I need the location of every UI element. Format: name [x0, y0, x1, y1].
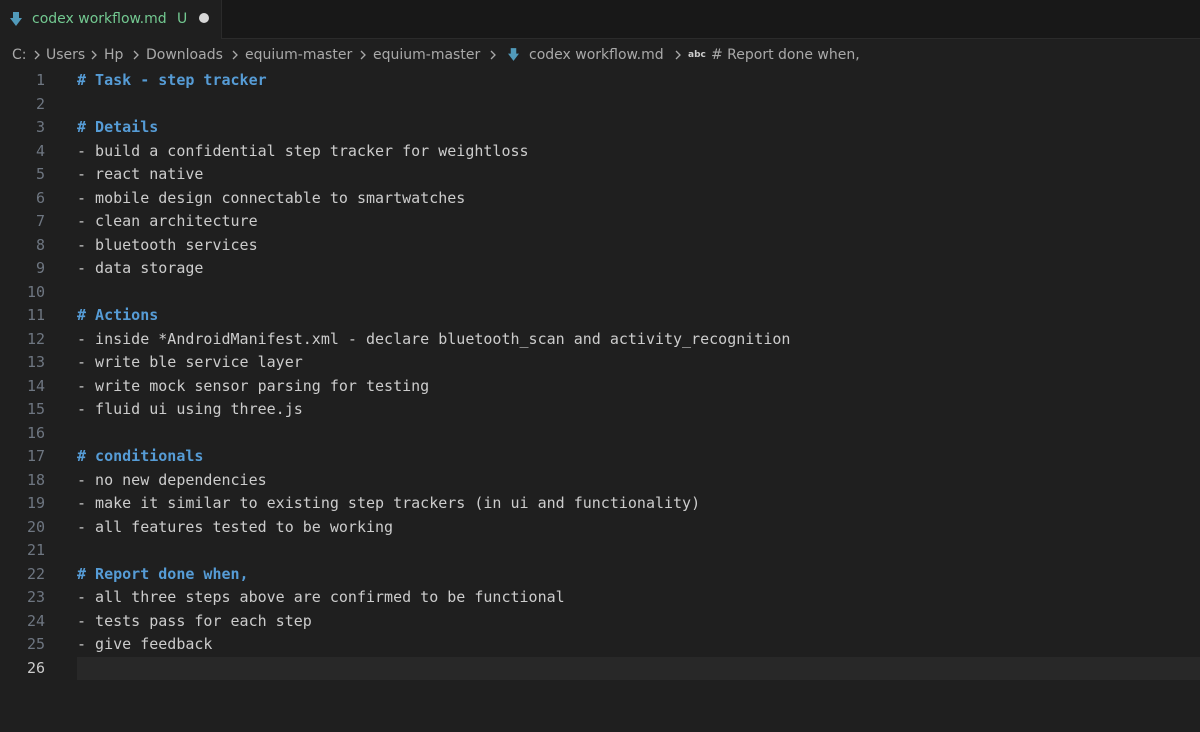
markdown-list-item: - make it similar to existing step track…	[77, 494, 701, 512]
editor-line[interactable]: 2	[0, 93, 1200, 117]
editor-line[interactable]: 7 - clean architecture	[0, 210, 1200, 234]
line-number: 7	[35, 212, 45, 230]
editor-line[interactable]: 13 - write ble service layer	[0, 351, 1200, 375]
editor-line[interactable]: 3 # Details	[0, 116, 1200, 140]
breadcrumb-item-equium-master[interactable]: equium-master	[245, 44, 352, 66]
markdown-heading: # Actions	[77, 306, 159, 324]
chevron-right-icon	[34, 50, 40, 60]
line-number: 3	[35, 118, 45, 136]
chevron-right-icon	[360, 50, 366, 60]
line-number: 5	[35, 165, 45, 183]
tab-codex-workflow[interactable]: codex workflow.md U	[0, 0, 222, 39]
editor-line[interactable]: 14 - write mock sensor parsing for testin…	[0, 375, 1200, 399]
markdown-list-item: - mobile design connectable to smartwatc…	[77, 188, 466, 207]
markdown-list-item: - write ble service layer	[77, 353, 303, 371]
markdown-list-item: - tests pass for each step	[77, 611, 312, 630]
editor-line[interactable]: 1 # Task - step tracker	[0, 69, 1200, 93]
editor-line[interactable]: 8 - bluetooth services	[0, 234, 1200, 258]
breadcrumb-item-equium-master-inner[interactable]: equium-master	[373, 44, 480, 66]
markdown-list-item: - bluetooth services	[77, 235, 258, 254]
markdown-list-item: - react native	[77, 165, 204, 183]
unsaved-dot-icon[interactable]	[199, 13, 209, 23]
line-number: 18	[26, 470, 45, 489]
chevron-right-icon	[232, 50, 238, 60]
markdown-list-item: - all three steps above are confirmed to…	[77, 588, 565, 606]
markdown-heading: # Report done when,	[77, 564, 249, 583]
line-number: 9	[35, 259, 45, 277]
editor-line[interactable]: 17 # conditionals	[0, 445, 1200, 469]
breadcrumb-item-file[interactable]: codex workflow.md	[529, 44, 664, 66]
markdown-list-item: - build a confidential step tracker for …	[77, 141, 529, 160]
current-line-highlight	[77, 656, 1200, 680]
chevron-right-icon	[490, 50, 496, 60]
editor-line[interactable]: 24 - tests pass for each step	[0, 610, 1200, 634]
chevron-right-icon	[133, 50, 139, 60]
tab-title: codex workflow.md	[32, 11, 167, 27]
line-number: 12	[26, 329, 45, 348]
line-number: 21	[26, 541, 45, 559]
markdown-list-item: - write mock sensor parsing for testing	[77, 376, 430, 395]
breadcrumb-item-drive[interactable]: C:	[12, 44, 27, 66]
line-number: 2	[35, 94, 45, 113]
markdown-list-item: - data storage	[77, 259, 204, 277]
markdown-icon	[508, 48, 519, 61]
editor-line[interactable]: 12 - inside *AndroidManifest.xml - declar…	[0, 328, 1200, 352]
chevron-right-icon	[675, 50, 681, 60]
line-number: 17	[26, 447, 45, 465]
line-number: 25	[26, 635, 45, 653]
line-number: 20	[26, 517, 45, 536]
line-number: 10	[26, 282, 45, 301]
editor-line[interactable]: 10	[0, 281, 1200, 305]
line-number: 23	[26, 588, 45, 606]
line-number: 1	[35, 71, 45, 89]
markdown-icon	[10, 12, 22, 26]
editor[interactable]: 1 # Task - step tracker 2 3 # Details 4- buil…	[0, 69, 1200, 732]
line-number: 16	[26, 423, 45, 442]
editor-line[interactable]: 23 - all three steps above are confirmed …	[0, 586, 1200, 610]
line-number: 6	[35, 188, 45, 207]
editor-line[interactable]: 6 - mobile design connectable to smartwat…	[0, 187, 1200, 211]
breadcrumb-item-hp[interactable]: Hp	[104, 44, 123, 66]
line-number: 22	[26, 564, 45, 583]
editor-line[interactable]: 15 - fluid ui using three.js	[0, 398, 1200, 422]
line-number: 26	[26, 658, 45, 677]
editor-line[interactable]: 18 - no new dependencies	[0, 469, 1200, 493]
tab-bar: codex workflow.md U	[0, 0, 1200, 39]
line-number: 8	[35, 235, 45, 254]
markdown-heading: # Task - step tracker	[77, 71, 267, 89]
markdown-list-item: - give feedback	[77, 635, 213, 653]
line-number: 13	[26, 353, 45, 371]
line-number: 4	[35, 141, 45, 160]
editor-line[interactable]: 19 - make it similar to existing step tra…	[0, 492, 1200, 516]
breadcrumb-item-users[interactable]: Users	[46, 44, 85, 66]
line-number: 19	[26, 494, 45, 512]
markdown-list-item: - inside *AndroidManifest.xml - declare …	[77, 329, 791, 348]
breadcrumb-item-symbol[interactable]: # Report done when,	[711, 44, 860, 66]
symbol-string-icon: abc	[688, 50, 706, 60]
editor-line[interactable]: 9 - data storage	[0, 257, 1200, 281]
editor-line[interactable]: 22 # Report done when,	[0, 563, 1200, 587]
line-number: 15	[26, 400, 45, 418]
markdown-heading: # conditionals	[77, 447, 204, 465]
line-number: 24	[26, 611, 45, 630]
editor-line[interactable]: 25 - give feedback	[0, 633, 1200, 657]
markdown-list-item: - fluid ui using three.js	[77, 400, 303, 418]
markdown-list-item: - no new dependencies	[77, 470, 267, 489]
chevron-right-icon	[91, 50, 97, 60]
breadcrumb: C: Users Hp Downloads equium-master equi…	[0, 44, 1200, 66]
editor-line[interactable]: 21	[0, 539, 1200, 563]
editor-line[interactable]: 4 - build a confidential step tracker for…	[0, 140, 1200, 164]
git-untracked-badge: U	[177, 11, 188, 27]
line-number: 11	[26, 306, 45, 324]
editor-line[interactable]: 20 - all features tested to be working	[0, 516, 1200, 540]
editor-line[interactable]: 16	[0, 422, 1200, 446]
editor-line[interactable]: 26	[0, 656, 1200, 680]
editor-line[interactable]: 5 - react native	[0, 163, 1200, 187]
line-number: 14	[26, 376, 45, 395]
markdown-list-item: - all features tested to be working	[77, 517, 394, 536]
editor-line[interactable]: 11 # Actions	[0, 304, 1200, 328]
breadcrumb-item-downloads[interactable]: Downloads	[146, 44, 223, 66]
markdown-heading: # Details	[77, 118, 159, 136]
markdown-list-item: - clean architecture	[77, 212, 258, 230]
